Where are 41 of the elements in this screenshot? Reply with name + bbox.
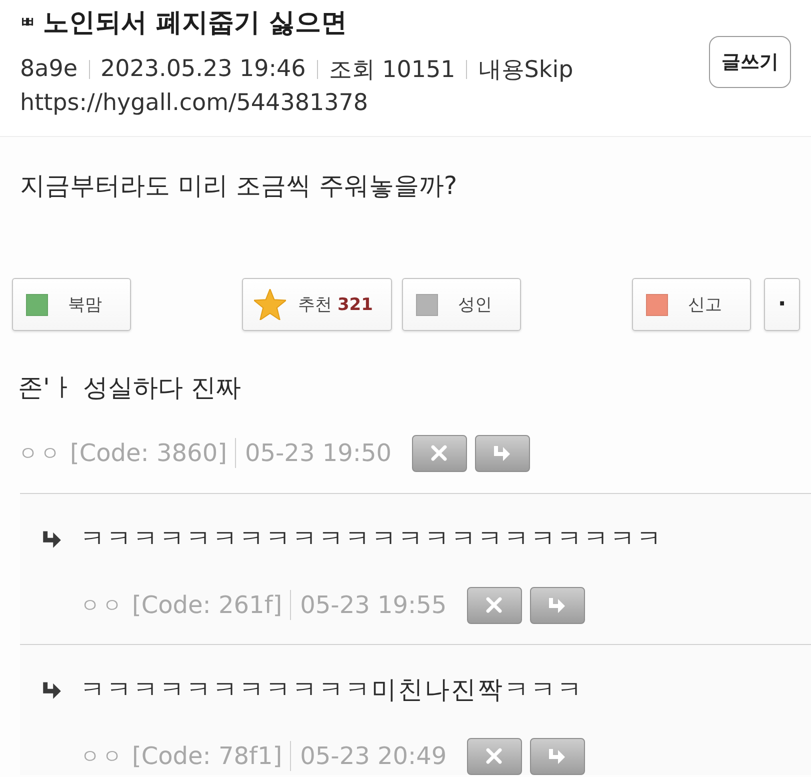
comment-code: [Code: 78f1] <box>132 742 282 770</box>
bent-arrow-icon <box>548 748 566 764</box>
action-button[interactable]: 신고 <box>632 278 751 331</box>
post-url: https://hygall.com/544381378 <box>20 89 369 118</box>
board-mark: ㅃ <box>20 12 35 32</box>
comment-time: 05-23 19:50 <box>244 439 392 467</box>
bent-arrow-icon <box>42 530 62 548</box>
action-button[interactable]: 성인 <box>402 278 521 331</box>
reply-button[interactable] <box>530 738 585 774</box>
reply-text: ㅋㅋㅋㅋㅋㅋㅋㅋㅋㅋㅋ미친나진짝ㅋㅋㅋ <box>80 674 584 706</box>
comment-author: ㅇㅇ <box>80 742 124 770</box>
reply-button[interactable] <box>474 434 530 472</box>
star-icon <box>254 289 286 320</box>
author-id: 8a9e <box>20 56 78 82</box>
x-icon <box>430 445 448 461</box>
delete-button[interactable] <box>412 434 466 472</box>
bent-arrow-icon <box>493 445 511 461</box>
comment-code: [Code: 3860] <box>70 439 227 467</box>
bent-arrow-icon <box>548 597 566 613</box>
x-icon <box>485 748 504 764</box>
comment-code: [Code: 261f] <box>132 591 282 619</box>
post-date: 2023.05.23 19:46 <box>100 56 306 82</box>
view-count: 조회 10151 <box>328 56 456 84</box>
post-title: 노인되서 폐지줍기 싫으면 <box>43 6 348 40</box>
reply-text: ㅋㅋㅋㅋㅋㅋㅋㅋㅋㅋㅋㅋㅋㅋㅋㅋㅋㅋㅋㅋㅋㅋ <box>80 523 663 555</box>
action-button[interactable]: 북맘 <box>12 278 131 331</box>
content-label: 내용Skip <box>478 56 574 84</box>
recommend-button[interactable]: 추천 321 <box>242 278 392 331</box>
reply-button[interactable] <box>530 586 585 624</box>
comment-author: ㅇㅇ <box>18 440 62 466</box>
comment-time: 05-23 19:55 <box>300 591 447 619</box>
post-body: 지금부터라도 미리 조금씩 주워놓을까? <box>20 171 458 200</box>
bent-arrow-icon <box>42 681 62 699</box>
more-button[interactable]: · <box>764 278 800 331</box>
comment-author: ㅇㅇ <box>80 592 124 618</box>
comment-text: 존'ㅏ 성실하다 진짜 <box>18 372 241 404</box>
delete-button[interactable] <box>466 738 522 774</box>
comment-time: 05-23 20:49 <box>300 742 447 770</box>
delete-button[interactable] <box>466 586 522 624</box>
write-button[interactable]: 글쓰기 <box>709 36 791 88</box>
x-icon <box>485 597 504 613</box>
